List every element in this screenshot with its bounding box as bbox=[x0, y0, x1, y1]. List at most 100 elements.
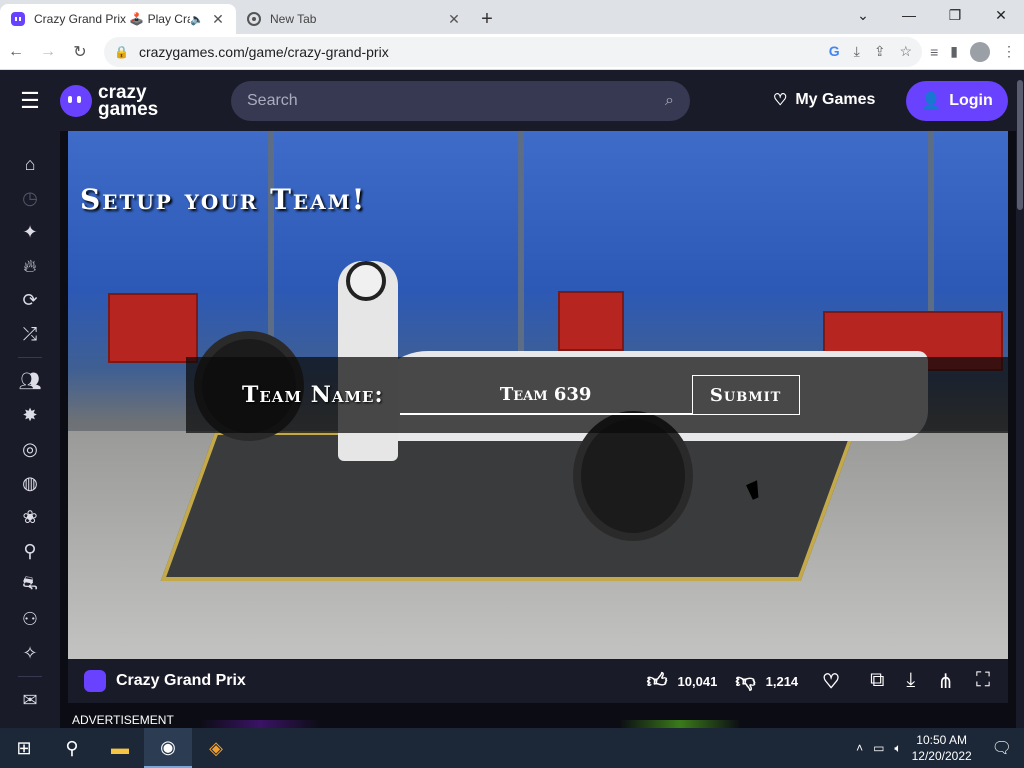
team-name-bar: Team Name: Submit bbox=[186, 357, 1008, 433]
brave-icon[interactable]: ◈ bbox=[192, 728, 240, 768]
install-app-icon[interactable]: ⤓ bbox=[854, 43, 860, 60]
windows-taskbar: ⊞ ⚲ ▬ ◉ ◈ ˄ ▭ 🔈︎ 10:50 AM 12/20/2022 🗨︎ bbox=[0, 728, 1024, 768]
chevron-up-icon[interactable]: ˄ bbox=[856, 741, 863, 755]
clock[interactable]: 10:50 AM 12/20/2022 bbox=[912, 732, 972, 764]
chrome-favicon-icon bbox=[246, 11, 262, 27]
audio-icon[interactable]: 🔈 bbox=[190, 13, 204, 26]
login-button[interactable]: 👤 Login bbox=[906, 81, 1008, 121]
new-tab-button[interactable]: + bbox=[472, 4, 502, 34]
updated-icon[interactable]: ⟳ bbox=[0, 283, 60, 317]
trending-icon[interactable]: 🔥︎ bbox=[0, 249, 60, 283]
search-icon[interactable]: ⌕ bbox=[665, 92, 674, 110]
beauty-icon[interactable]: ❀ bbox=[0, 500, 60, 534]
tool-cabinet bbox=[558, 291, 624, 351]
dislikes-count: 1,214 bbox=[765, 673, 799, 689]
embed-icon[interactable]: ⧉ bbox=[870, 669, 884, 694]
new-games-icon[interactable]: ✦ bbox=[0, 215, 60, 249]
thumbs-up-icon[interactable]: 👍︎ bbox=[647, 669, 668, 693]
game-actions: ⧉ ⤓ ⋔ ⛶ bbox=[870, 669, 990, 694]
my-games-button[interactable]: ♡ My Games bbox=[773, 90, 875, 110]
car-icon[interactable]: ⛐ bbox=[0, 568, 60, 602]
mail-icon[interactable]: ✉ bbox=[0, 683, 60, 717]
wall-beam bbox=[518, 131, 524, 371]
side-panel-icon[interactable]: ▮ bbox=[950, 43, 958, 60]
system-tray: ˄ ▭ 🔈︎ 10:50 AM 12/20/2022 🗨︎ bbox=[856, 732, 1024, 764]
casual-icon[interactable]: ✧ bbox=[0, 636, 60, 670]
likes-count: 10,041 bbox=[677, 673, 718, 689]
windows-start-icon[interactable]: ⊞ bbox=[0, 728, 48, 768]
logo-text-line1: crazy bbox=[98, 81, 147, 103]
profile-avatar[interactable] bbox=[970, 41, 990, 62]
driver-helmet bbox=[346, 261, 386, 301]
game-title: Crazy Grand Prix bbox=[116, 672, 246, 689]
basketball-icon[interactable]: ◍ bbox=[0, 466, 60, 500]
pit-mat bbox=[160, 431, 856, 581]
minimize-button[interactable]: — bbox=[886, 0, 932, 30]
clicker-icon[interactable]: ⚇ bbox=[0, 602, 60, 636]
close-tab-icon[interactable]: ✕ bbox=[446, 11, 462, 27]
bookmark-star-icon[interactable]: ☆ bbox=[900, 43, 913, 60]
file-explorer-icon[interactable]: ▬ bbox=[96, 728, 144, 768]
close-tab-icon[interactable]: ✕ bbox=[210, 11, 226, 27]
search-icon[interactable]: ⚲ bbox=[48, 728, 96, 768]
fullscreen-icon[interactable]: ⛶ bbox=[976, 669, 990, 694]
team-name-input[interactable] bbox=[399, 375, 692, 415]
search-placeholder: Search bbox=[247, 92, 298, 109]
two-player-icon[interactable]: 👥︎ bbox=[0, 364, 60, 398]
game-toolbar: Crazy Grand Prix 👍︎ 10,041 👎︎ 1,214 ♡ ⧉ … bbox=[68, 659, 1008, 703]
recent-icon[interactable]: ◷ bbox=[0, 181, 60, 215]
menu-kebab-icon[interactable]: ⋮ bbox=[1002, 43, 1016, 60]
submit-button[interactable]: Submit bbox=[691, 375, 800, 415]
random-icon[interactable]: ⤮ bbox=[0, 317, 60, 351]
category-sidebar: ⌂ ◷ ✦ 🔥︎ ⟳ ⤮ 👥︎ ✸ ◎ ◍ ❀ ⚲ ⛐ ⚇ ✧ ✉ bbox=[0, 131, 60, 728]
restore-button[interactable]: ❐ bbox=[932, 0, 978, 30]
tab-search-icon[interactable]: ⌄ bbox=[840, 0, 886, 30]
setup-team-title: Setup your Team! bbox=[80, 183, 367, 216]
logo-text-line2: games bbox=[98, 98, 159, 120]
media-controls-icon[interactable]: ≡ bbox=[930, 44, 938, 60]
favorite-heart-icon[interactable]: ♡ bbox=[822, 669, 840, 694]
address-bar[interactable]: 🔒 crazygames.com/game/crazy-grand-prix G… bbox=[104, 36, 923, 67]
game-logo-icon bbox=[84, 670, 106, 692]
browser-toolbar: ← → ↻ 🔒 crazygames.com/game/crazy-grand-… bbox=[0, 34, 1024, 70]
notifications-icon[interactable]: 🗨︎ bbox=[992, 738, 1012, 758]
share-icon[interactable]: ⋔ bbox=[937, 669, 954, 694]
scrollbar-thumb[interactable] bbox=[1017, 80, 1023, 210]
forward-button[interactable]: → bbox=[32, 36, 64, 68]
window-controls: ⌄ — ❐ ✕ bbox=[840, 0, 1024, 30]
tab-title: New Tab bbox=[270, 12, 317, 26]
network-icon[interactable]: ▭ bbox=[873, 741, 884, 755]
chrome-icon[interactable]: ◉ bbox=[144, 728, 192, 768]
google-icon[interactable]: G bbox=[829, 43, 840, 60]
bike-icon[interactable]: ⚲ bbox=[0, 534, 60, 568]
sidebar-divider bbox=[18, 676, 42, 677]
logo-mascot-icon bbox=[60, 84, 92, 117]
crazygames-favicon-icon bbox=[10, 11, 26, 27]
lock-icon[interactable]: 🔒 bbox=[114, 45, 129, 59]
menu-toggle-icon[interactable]: ☰ bbox=[0, 88, 60, 114]
user-icon: 👤 bbox=[921, 93, 942, 110]
download-icon[interactable]: ⤓ bbox=[906, 669, 915, 694]
volume-icon[interactable]: 🔈︎ bbox=[894, 741, 901, 756]
my-games-label: My Games bbox=[795, 91, 876, 108]
back-button[interactable]: ← bbox=[0, 36, 32, 68]
site-header: ☰ crazy games Search ⌕ ♡ My Games 👤 Logi… bbox=[0, 70, 1024, 131]
action-icon[interactable]: ✸ bbox=[0, 398, 60, 432]
advertisement-banner[interactable] bbox=[200, 720, 800, 728]
rating-group: 👍︎ 10,041 👎︎ 1,214 ♡ bbox=[647, 669, 840, 694]
home-icon[interactable]: ⌂ bbox=[0, 147, 60, 181]
adventure-icon[interactable]: ◎ bbox=[0, 432, 60, 466]
thumbs-down-icon[interactable]: 👎︎ bbox=[735, 669, 755, 693]
tab-new-tab[interactable]: New Tab ✕ bbox=[236, 4, 472, 34]
game-canvas[interactable]: Setup your Team! Team Name: Submit bbox=[68, 131, 1008, 659]
page-content: ☰ crazy games Search ⌕ ♡ My Games 👤 Logi… bbox=[0, 70, 1024, 728]
tab-crazy-grand-prix[interactable]: Crazy Grand Prix 🕹️ Play Cra 🔈 ✕ bbox=[0, 4, 236, 34]
crazygames-logo[interactable]: crazy games bbox=[60, 81, 159, 120]
close-window-button[interactable]: ✕ bbox=[978, 0, 1024, 30]
reload-button[interactable]: ↻ bbox=[64, 36, 96, 68]
heart-icon: ♡ bbox=[773, 92, 788, 109]
share-icon[interactable]: ⇪ bbox=[874, 43, 886, 60]
page-scrollbar[interactable] bbox=[1016, 70, 1024, 728]
search-input[interactable]: Search ⌕ bbox=[231, 81, 690, 121]
tool-cabinet bbox=[108, 293, 198, 363]
